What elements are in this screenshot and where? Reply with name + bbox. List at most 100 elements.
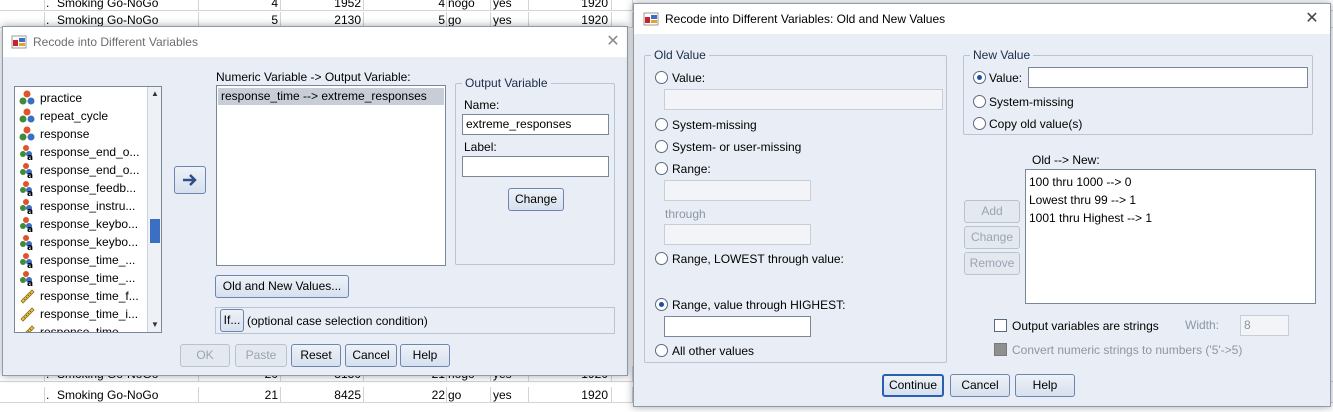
- mapping-list-item[interactable]: 100 thru 1000 --> 0: [1029, 173, 1152, 191]
- sheet-cell[interactable]: go: [448, 387, 488, 403]
- continue-button[interactable]: Continue: [882, 374, 944, 397]
- system-missing-radio[interactable]: [655, 118, 668, 131]
- variable-list-item[interactable]: response_time_f...: [19, 287, 149, 305]
- remove-button[interactable]: Remove: [964, 252, 1020, 275]
- sheet-cell[interactable]: 4: [365, 0, 445, 11]
- svg-text:a: a: [27, 207, 33, 214]
- variable-list-item[interactable]: a response_end_o...: [19, 161, 149, 181]
- sheet-cell[interactable]: Smoking Go-NoGo: [57, 387, 197, 403]
- mapping-list-item[interactable]: 1001 thru Highest --> 1: [1029, 209, 1152, 227]
- copy-old-value-radio[interactable]: [973, 117, 986, 130]
- nominal-icon: [19, 108, 35, 124]
- range-highest-field[interactable]: [664, 316, 811, 337]
- svg-text:a: a: [27, 279, 33, 286]
- move-variable-button[interactable]: [174, 166, 206, 194]
- variable-list-item[interactable]: repeat_cycle: [19, 107, 149, 125]
- string-nominal-icon: a: [19, 180, 35, 199]
- change-button[interactable]: Change: [508, 188, 564, 211]
- variable-list[interactable]: practice repeat_cycle response a response_en…: [14, 86, 162, 333]
- sheet-cell[interactable]: 1952: [283, 0, 361, 11]
- numeric-variable-label: Numeric Variable -> Output Variable:: [216, 70, 411, 84]
- svg-text:a: a: [27, 171, 33, 178]
- string-nominal-icon: a: [19, 252, 35, 271]
- sheet-cell[interactable]: yes: [493, 0, 533, 11]
- oldnew-title: Recode into Different Variables: Old and…: [665, 12, 946, 26]
- old-value-field[interactable]: [664, 89, 943, 110]
- if-button[interactable]: If...: [220, 309, 244, 332]
- variable-list-item[interactable]: practice: [19, 89, 149, 107]
- close-icon[interactable]: ✕: [600, 31, 626, 53]
- help-button[interactable]: Help: [400, 344, 450, 367]
- variable-list-scrollbar[interactable]: ▲ ▼: [147, 87, 161, 332]
- variable-list-item[interactable]: response_time_i...: [19, 305, 149, 323]
- add-button[interactable]: Add: [964, 200, 1020, 223]
- spss-app-icon: [643, 12, 659, 26]
- mapping-change-button[interactable]: Change: [964, 226, 1020, 249]
- variable-list-item[interactable]: a response_instru...: [19, 197, 149, 217]
- sheet-cell[interactable]: .: [46, 0, 56, 11]
- range-from-field[interactable]: [664, 180, 811, 201]
- new-system-missing-radio[interactable]: [973, 95, 986, 108]
- reset-button[interactable]: Reset: [291, 344, 341, 367]
- close-icon[interactable]: ✕: [1299, 8, 1325, 30]
- old-and-new-values-button[interactable]: Old and New Values...: [215, 275, 349, 298]
- sheet-cell[interactable]: 8425: [283, 387, 361, 403]
- scrollbar-thumb[interactable]: [150, 219, 160, 243]
- copy-old-value-label: Copy old value(s): [989, 117, 1083, 131]
- oldnew-help-button[interactable]: Help: [1015, 374, 1075, 397]
- scale-icon: [19, 324, 35, 332]
- variable-list-item[interactable]: a response_keybo...: [19, 233, 149, 253]
- sheet-cell[interactable]: nogo: [448, 0, 488, 11]
- variable-name: response_time_...: [40, 253, 136, 267]
- all-other-values-radio[interactable]: [655, 344, 668, 357]
- ok-button[interactable]: OK: [180, 344, 230, 367]
- output-strings-checkbox[interactable]: [994, 319, 1007, 332]
- string-nominal-icon: a: [19, 216, 35, 235]
- sheet-cell[interactable]: 1920: [530, 0, 608, 11]
- variable-list-item[interactable]: a response_time_...: [19, 251, 149, 271]
- variable-list-item[interactable]: a response_end_o...: [19, 143, 149, 163]
- string-nominal-icon: a: [19, 162, 35, 181]
- through-label: through: [665, 207, 706, 221]
- variable-name: response_instru...: [40, 199, 136, 213]
- range-lowest-radio[interactable]: [655, 252, 668, 265]
- width-field[interactable]: 8: [1240, 315, 1289, 336]
- numeric-variable-list[interactable]: response_time --> extreme_responses: [216, 85, 446, 266]
- oldnew-cancel-button[interactable]: Cancel: [950, 374, 1010, 397]
- new-value-field[interactable]: [1028, 67, 1308, 88]
- paste-button[interactable]: Paste: [235, 344, 287, 367]
- sheet-cell[interactable]: 21: [200, 387, 278, 403]
- sheet-cell[interactable]: .: [46, 387, 56, 403]
- variable-list-item[interactable]: response_time...: [19, 323, 149, 332]
- variable-name: response_time_...: [40, 271, 136, 285]
- cancel-button[interactable]: Cancel: [345, 344, 397, 367]
- new-value-radio[interactable]: [973, 71, 986, 84]
- convert-numeric-label: Convert numeric strings to numbers ('5'-…: [1012, 343, 1243, 357]
- name-label: Name:: [464, 98, 500, 112]
- old-new-mapping-list[interactable]: 100 thru 1000 --> 0 Lowest thru 99 --> 11…: [1025, 169, 1316, 304]
- recode-dialog: Recode into Different Variables ✕ practi…: [2, 26, 628, 376]
- recode-title: Recode into Different Variables: [33, 35, 198, 49]
- numeric-variable-item[interactable]: response_time --> extreme_responses: [218, 88, 444, 105]
- mapping-list-item[interactable]: Lowest thru 99 --> 1: [1029, 191, 1152, 209]
- old-value-radio[interactable]: [655, 71, 668, 84]
- range-radio[interactable]: [655, 162, 668, 175]
- range-highest-radio[interactable]: [655, 298, 668, 311]
- variable-name: response_end_o...: [40, 163, 140, 177]
- range-to-field[interactable]: [664, 224, 811, 245]
- string-nominal-icon: a: [19, 270, 35, 289]
- variable-list-item[interactable]: response: [19, 125, 149, 143]
- sheet-cell[interactable]: 22: [365, 387, 445, 403]
- sheet-cell[interactable]: yes: [493, 387, 533, 403]
- convert-numeric-checkbox[interactable]: [994, 343, 1007, 356]
- sheet-cell[interactable]: 4: [200, 0, 278, 11]
- sheet-cell[interactable]: Smoking Go-NoGo: [57, 0, 197, 11]
- variable-list-item[interactable]: a response_keybo...: [19, 215, 149, 235]
- sys-user-missing-radio[interactable]: [655, 140, 668, 153]
- output-name-field[interactable]: extreme_responses: [462, 114, 609, 135]
- variable-list-item[interactable]: a response_feedb...: [19, 179, 149, 199]
- sheet-cell[interactable]: 1920: [530, 387, 608, 403]
- width-label: Width:: [1185, 318, 1220, 332]
- variable-list-item[interactable]: a response_time_...: [19, 269, 149, 289]
- output-label-field[interactable]: [462, 156, 609, 177]
